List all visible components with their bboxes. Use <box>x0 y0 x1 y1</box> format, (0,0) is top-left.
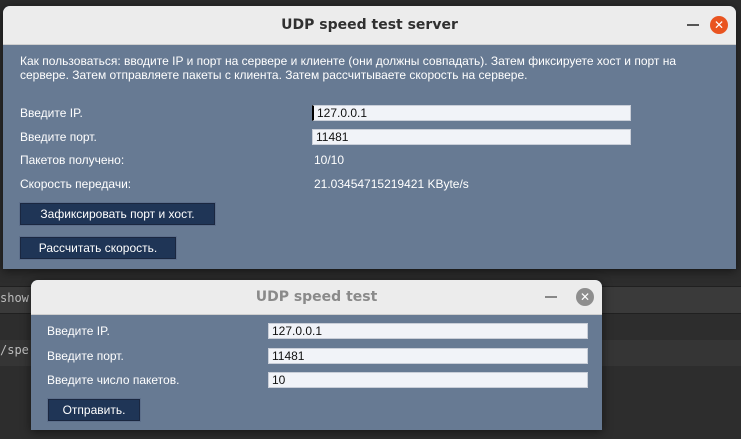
usage-description: Как пользоваться: вводите IP и порт на с… <box>20 54 677 82</box>
terminal-text-line: show <box>0 291 29 305</box>
packet-count-label: Введите число пакетов. <box>47 373 180 387</box>
minimize-icon[interactable] <box>545 296 557 298</box>
send-button[interactable]: Отправить. <box>47 398 141 422</box>
terminal-text-line: /spe <box>0 343 29 357</box>
ip-label: Введите IP. <box>20 106 83 120</box>
minimize-icon[interactable] <box>687 24 699 26</box>
port-label: Введите порт. <box>47 349 124 363</box>
port-label: Введите порт. <box>20 130 97 144</box>
fix-host-port-button[interactable]: Зафиксировать порт и хост. <box>19 202 216 226</box>
server-titlebar[interactable]: UDP speed test server ✕ <box>3 6 736 45</box>
transfer-speed-label: Скорость передачи: <box>20 177 132 191</box>
window-title: UDP speed test server <box>281 17 458 33</box>
ip-input[interactable]: 127.0.0.1 <box>268 323 588 339</box>
packets-received-label: Пакетов получено: <box>20 153 125 167</box>
server-window: UDP speed test server ✕ Как пользоваться… <box>3 6 736 269</box>
close-icon[interactable]: ✕ <box>710 16 728 34</box>
calculate-speed-button[interactable]: Рассчитать скорость. <box>19 236 177 260</box>
ip-label: Введите IP. <box>47 324 110 338</box>
port-input[interactable]: 11481 <box>312 129 631 145</box>
window-title: UDP speed test <box>255 289 378 305</box>
transfer-speed-value: 21.03454715219421 KByte/s <box>314 177 469 191</box>
packets-received-value: 10/10 <box>314 153 345 167</box>
close-icon[interactable]: ✕ <box>576 288 594 306</box>
packet-count-input[interactable]: 10 <box>268 372 588 388</box>
port-input[interactable]: 11481 <box>268 348 588 364</box>
client-window: UDP speed test ✕ Введите IP. 127.0.0.1 В… <box>31 280 602 430</box>
ip-input[interactable]: 127.0.0.1 <box>312 105 631 121</box>
client-titlebar[interactable]: UDP speed test ✕ <box>31 280 602 315</box>
